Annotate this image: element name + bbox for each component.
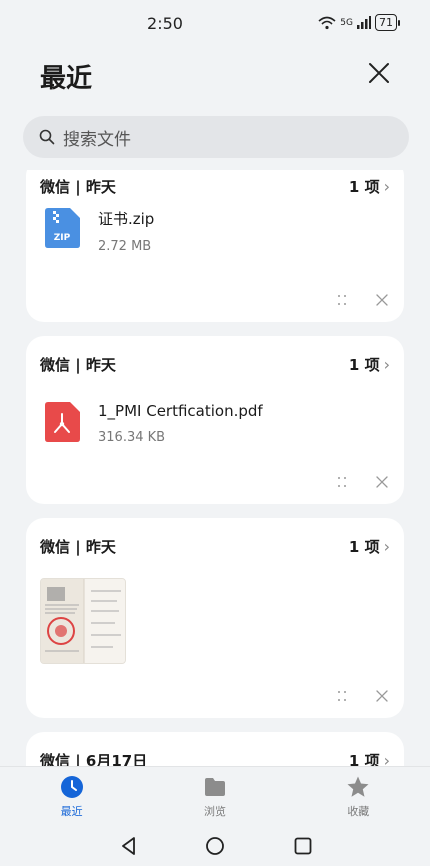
system-navigation-bar: [0, 824, 430, 866]
group-count-label: 1 项: [348, 537, 380, 556]
folder-icon: [204, 778, 225, 796]
group-title: 微信 | 昨天: [40, 537, 116, 556]
file-name: 1_PMI Certfication.pdf: [98, 402, 263, 420]
group-header[interactable]: 微信 | 昨天 1 项 ›: [40, 174, 390, 198]
file-meta: 证书.zip 2.72 MB: [98, 208, 154, 254]
group-title: 微信 | 昨天: [40, 177, 116, 196]
network-type: 5G: [340, 17, 353, 28]
signal-icon: [357, 16, 371, 29]
image-thumbnail[interactable]: [40, 578, 126, 664]
pdf-icon: [45, 402, 80, 442]
tab-browse[interactable]: 浏览: [143, 767, 286, 824]
drag-handle-icon[interactable]: [334, 474, 350, 490]
bottom-tab-bar: 最近 浏览 收藏: [0, 766, 430, 824]
group-count[interactable]: 1 项 ›: [349, 536, 390, 557]
chevron-right-icon: ›: [383, 536, 390, 556]
group-count[interactable]: 1 项 ›: [349, 354, 390, 375]
search-input[interactable]: 搜索文件: [23, 116, 409, 158]
group-title: 微信 | 昨天: [40, 355, 116, 374]
file-size: 2.72 MB: [98, 239, 152, 254]
search-placeholder: 搜索文件: [63, 129, 131, 150]
file-group-card[interactable]: 微信 | 6月17日 1 项 ›: [26, 732, 404, 766]
card-actions: [334, 292, 390, 308]
group-title: 微信 | 6月17日: [40, 751, 148, 767]
zip-icon: ZIP: [45, 208, 80, 248]
file-group-card[interactable]: 微信 | 昨天 1 项 › 1_PMI Certfication.pdf 316…: [26, 336, 404, 504]
close-icon[interactable]: [366, 60, 392, 86]
group-count-label: 1 项: [348, 751, 380, 767]
wifi-icon: [318, 16, 336, 29]
recent-file-list[interactable]: 微信 | 昨天 1 项 › ZIP 证书.zip 2.72 MB 微信 | 昨天…: [0, 170, 430, 766]
file-item[interactable]: 1_PMI Certfication.pdf 316.34 KB: [44, 402, 263, 445]
tab-label: 最近: [60, 805, 83, 818]
certificate-image: [41, 579, 125, 663]
tab-favorites[interactable]: 收藏: [287, 767, 430, 824]
battery-indicator: 71: [375, 14, 397, 31]
header: 最近: [0, 56, 430, 96]
drag-handle-icon[interactable]: [334, 688, 350, 704]
file-name: 证书.zip: [98, 210, 155, 228]
file-group-card[interactable]: 微信 | 昨天 1 项 › ZIP 证书.zip 2.72 MB: [26, 170, 404, 322]
star-icon: [347, 776, 369, 797]
recents-icon[interactable]: [292, 835, 314, 857]
chevron-right-icon: ›: [383, 354, 390, 374]
group-header[interactable]: 微信 | 昨天 1 项 ›: [40, 352, 390, 376]
chevron-right-icon: ›: [383, 176, 390, 196]
group-count-label: 1 项: [348, 177, 380, 196]
group-count[interactable]: 1 项 ›: [349, 750, 390, 767]
tab-label: 浏览: [203, 805, 226, 818]
search-icon: [39, 129, 55, 145]
group-count[interactable]: 1 项 ›: [349, 176, 390, 197]
file-group-card[interactable]: 微信 | 昨天 1 项 ›: [26, 518, 404, 718]
remove-icon[interactable]: [374, 292, 390, 308]
file-meta: 1_PMI Certfication.pdf 316.34 KB: [98, 402, 263, 445]
card-actions: [334, 474, 390, 490]
tab-label: 收藏: [347, 805, 370, 818]
status-icons: 5G 71: [318, 14, 400, 31]
remove-icon[interactable]: [374, 688, 390, 704]
group-header[interactable]: 微信 | 昨天 1 项 ›: [40, 534, 390, 558]
group-header[interactable]: 微信 | 6月17日 1 项 ›: [40, 748, 390, 767]
file-item[interactable]: ZIP 证书.zip 2.72 MB: [44, 208, 154, 254]
file-size: 316.34 KB: [98, 430, 166, 445]
zip-badge: ZIP: [54, 233, 71, 243]
drag-handle-icon[interactable]: [334, 292, 350, 308]
status-bar: 2:50 5G 71: [0, 0, 430, 48]
page-title: 最近: [40, 64, 93, 94]
group-count-label: 1 项: [348, 355, 380, 374]
remove-icon[interactable]: [374, 474, 390, 490]
back-icon[interactable]: [118, 835, 140, 857]
home-icon[interactable]: [204, 835, 226, 857]
card-actions: [334, 688, 390, 704]
tab-recent[interactable]: 最近: [0, 767, 143, 824]
status-time: 2:50: [147, 14, 183, 33]
clock-icon: [60, 776, 83, 798]
battery-tip: [398, 19, 400, 26]
chevron-right-icon: ›: [383, 750, 390, 767]
